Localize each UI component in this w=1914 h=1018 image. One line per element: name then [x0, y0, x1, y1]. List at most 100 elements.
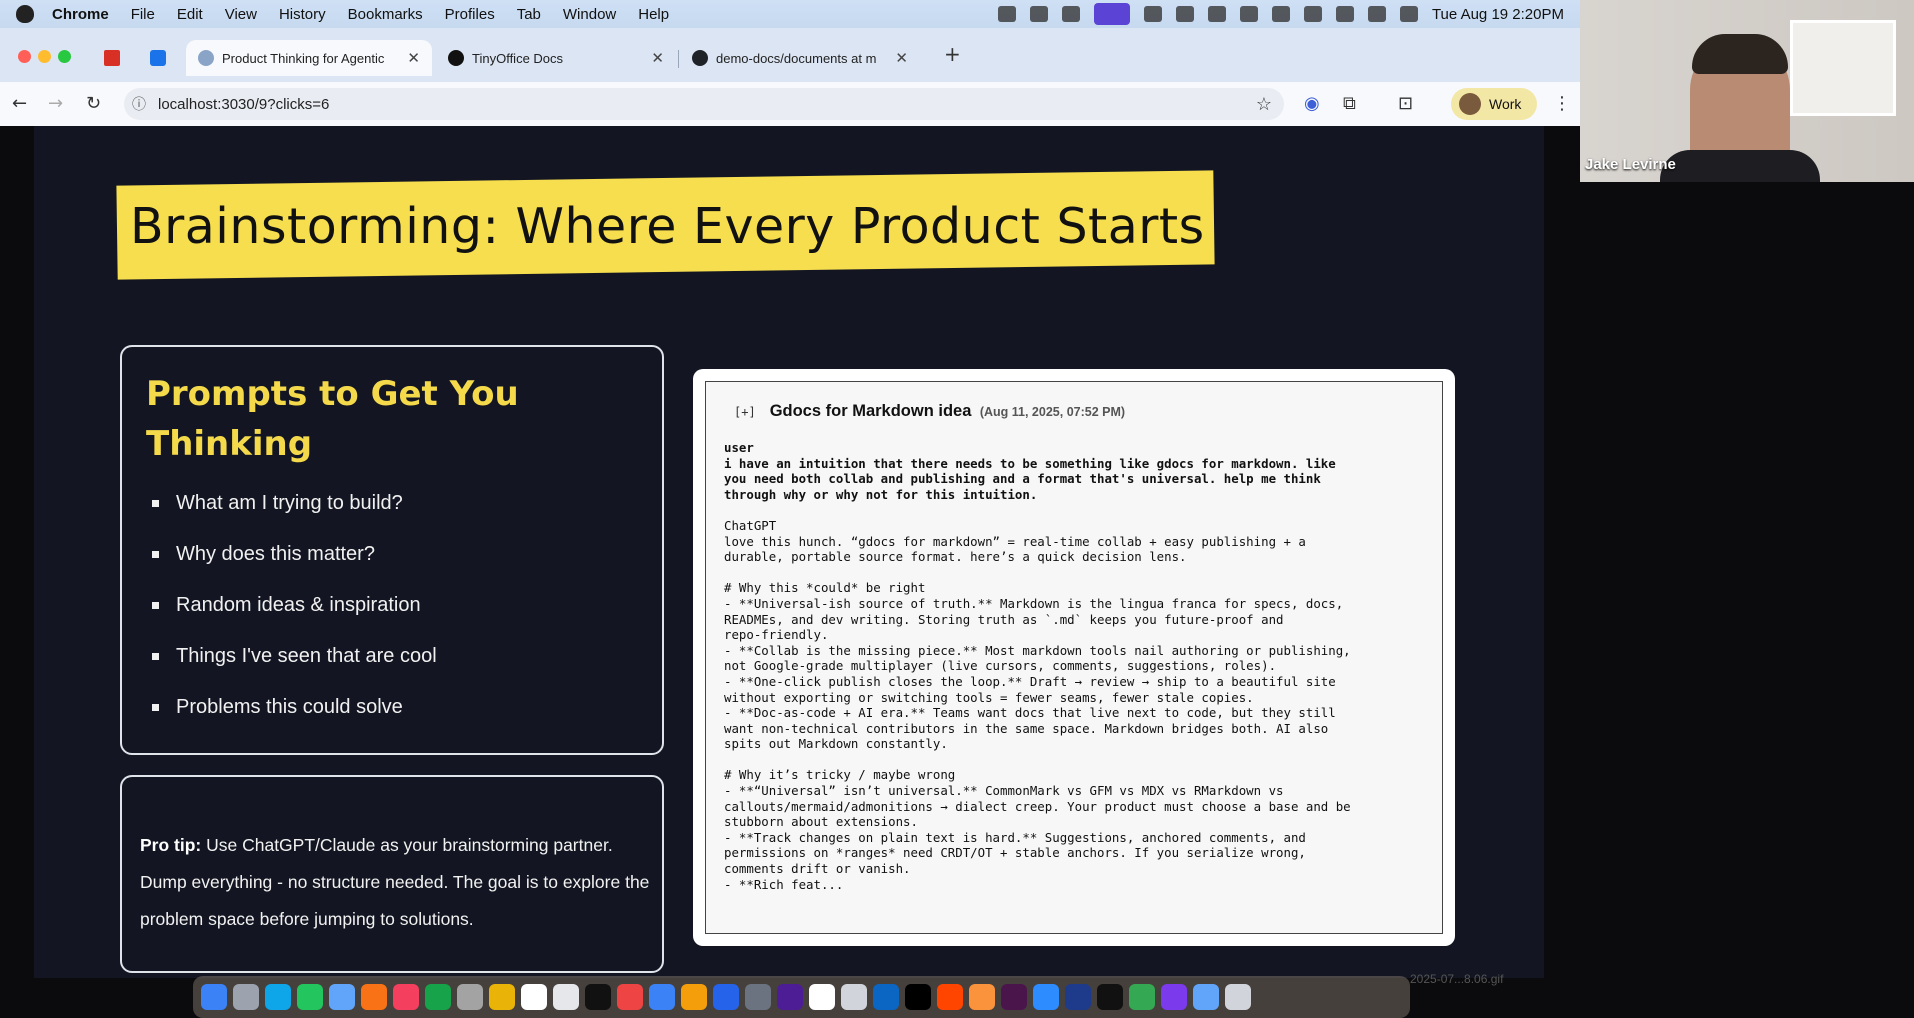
webcam-name-label: Jake Levirne [1585, 156, 1676, 173]
pages-icon[interactable] [681, 984, 707, 1010]
apple-icon[interactable] [16, 5, 34, 23]
chat-body: user i have an intuition that there need… [724, 440, 1424, 892]
tv-icon[interactable] [585, 984, 611, 1010]
screen-share-icon[interactable] [997, 6, 1016, 22]
browser-window: Product Thinking for Agentic ✕ TinyOffic… [0, 28, 1580, 126]
expand-toggle[interactable]: [+] [734, 405, 756, 419]
user-icon[interactable] [1239, 6, 1258, 22]
safari-icon[interactable] [265, 984, 291, 1010]
menu-bookmarks[interactable]: Bookmarks [348, 6, 423, 23]
tab-search-icon[interactable]: ⊡ [1398, 94, 1413, 114]
window-manager-icon[interactable] [1207, 6, 1226, 22]
extensions-icon[interactable]: ⧉ [1343, 94, 1356, 114]
photos-icon[interactable] [361, 984, 387, 1010]
webcam-feed [1580, 0, 1914, 182]
desktop-file-label: 2025-07...8.06.gif [1410, 972, 1504, 986]
github-icon [692, 50, 708, 66]
globe-icon [198, 50, 214, 66]
menu-history[interactable]: History [279, 6, 326, 23]
tab-github[interactable]: demo-docs/documents at m ✕ [680, 40, 920, 76]
forward-icon[interactable]: → [48, 94, 63, 114]
control-center-icon[interactable] [1399, 6, 1418, 22]
assistant-message: love this hunch. “gdocs for markdown” = … [724, 533, 1351, 892]
calendar-dock-icon[interactable] [521, 984, 547, 1010]
browser-toolbar: ← → ↻ ⓘ localhost:3030/9?clicks=6 ☆ ◉ ⧉ … [0, 82, 1580, 126]
menu-edit[interactable]: Edit [177, 6, 203, 23]
downloads-folder-icon[interactable] [1193, 984, 1219, 1010]
list-item: Things I've seen that are cool [148, 642, 437, 693]
kebab-menu-icon[interactable]: ⋮ [1553, 94, 1571, 114]
reminders-icon[interactable] [489, 984, 515, 1010]
grid-icon[interactable] [1061, 6, 1080, 22]
dropbox-icon[interactable] [1143, 6, 1162, 22]
chat-timestamp: (Aug 11, 2025, 07:52 PM) [979, 405, 1126, 419]
tab-tinyoffice-docs[interactable]: TinyOffice Docs ✕ [436, 40, 676, 76]
mail-icon[interactable] [329, 984, 355, 1010]
obsidian-icon[interactable] [777, 984, 803, 1010]
linkedin-icon[interactable] [873, 984, 899, 1010]
menu-profiles[interactable]: Profiles [445, 6, 495, 23]
minimize-window-button[interactable] [38, 50, 51, 63]
new-tab-icon[interactable]: + [944, 44, 961, 64]
tab-calendar[interactable] [138, 40, 180, 76]
claude-icon[interactable] [969, 984, 995, 1010]
reddit-icon[interactable] [937, 984, 963, 1010]
tab-product-thinking[interactable]: Product Thinking for Agentic ✕ [186, 40, 432, 76]
wifi-icon[interactable] [1335, 6, 1354, 22]
launchpad-icon[interactable] [233, 984, 259, 1010]
close-window-button[interactable] [18, 50, 31, 63]
presenter-icon[interactable] [1093, 3, 1130, 25]
search-icon[interactable] [1367, 6, 1386, 22]
user-message: i have an intuition that there needs to … [724, 455, 1336, 502]
time-machine-icon[interactable] [1175, 6, 1194, 22]
menu-view[interactable]: View [225, 6, 257, 23]
chat-transcript-frame: [+] Gdocs for Markdown idea (Aug 11, 2025… [705, 381, 1443, 934]
info-icon[interactable]: ⓘ [132, 94, 146, 114]
teams-icon[interactable] [1161, 984, 1187, 1010]
settings-icon[interactable] [745, 984, 771, 1010]
back-icon[interactable]: ← [12, 94, 27, 114]
menu-tab[interactable]: Tab [517, 6, 541, 23]
close-tab-icon[interactable]: ✕ [895, 49, 908, 67]
messages-icon[interactable] [297, 984, 323, 1010]
zoom-icon[interactable] [1033, 984, 1059, 1010]
vpn-icon[interactable] [1271, 6, 1290, 22]
calendar-icon [150, 50, 166, 66]
zoom-window-button[interactable] [58, 50, 71, 63]
x-icon[interactable] [905, 984, 931, 1010]
menu-help[interactable]: Help [638, 6, 669, 23]
finder-icon[interactable] [201, 984, 227, 1010]
profile-button[interactable]: Work [1451, 88, 1537, 120]
reload-icon[interactable]: ↻ [86, 94, 101, 114]
photo-booth-icon[interactable] [393, 984, 419, 1010]
list-item: What am I trying to build? [148, 489, 437, 540]
tab-gmail[interactable] [92, 40, 134, 76]
chrome-icon[interactable] [1129, 984, 1155, 1010]
menu-window[interactable]: Window [563, 6, 616, 23]
facetime-icon[interactable] [425, 984, 451, 1010]
menu-file[interactable]: File [131, 6, 155, 23]
slack-icon[interactable] [1001, 984, 1027, 1010]
script-editor-icon[interactable] [841, 984, 867, 1010]
bookmark-star-icon[interactable]: ☆ [1256, 94, 1272, 115]
close-tab-icon[interactable]: ✕ [651, 49, 664, 67]
contacts-icon[interactable] [553, 984, 579, 1010]
tab-title: demo-docs/documents at m [716, 50, 877, 66]
address-bar[interactable]: ⓘ localhost:3030/9?clicks=6 ☆ [124, 88, 1284, 120]
menu-app-chrome[interactable]: Chrome [52, 6, 109, 23]
close-tab-icon[interactable]: ✕ [407, 49, 420, 67]
password-manager-icon[interactable]: ◉ [1304, 94, 1320, 114]
trash-icon[interactable] [1225, 984, 1251, 1010]
notes-icon[interactable] [457, 984, 483, 1010]
clock[interactable]: Tue Aug 19 2:20PM [1432, 6, 1564, 23]
url-text[interactable]: localhost:3030/9?clicks=6 [158, 96, 329, 113]
chatgpt-icon[interactable] [809, 984, 835, 1010]
music-icon[interactable] [617, 984, 643, 1010]
cursor-icon[interactable] [1097, 984, 1123, 1010]
battery-icon[interactable] [1303, 6, 1322, 22]
app-store-icon[interactable] [713, 984, 739, 1010]
status-area: Tue Aug 19 2:20PM [997, 3, 1564, 25]
keynote-icon[interactable] [649, 984, 675, 1010]
cloud-icon[interactable] [1029, 6, 1048, 22]
preview-icon[interactable] [1065, 984, 1091, 1010]
